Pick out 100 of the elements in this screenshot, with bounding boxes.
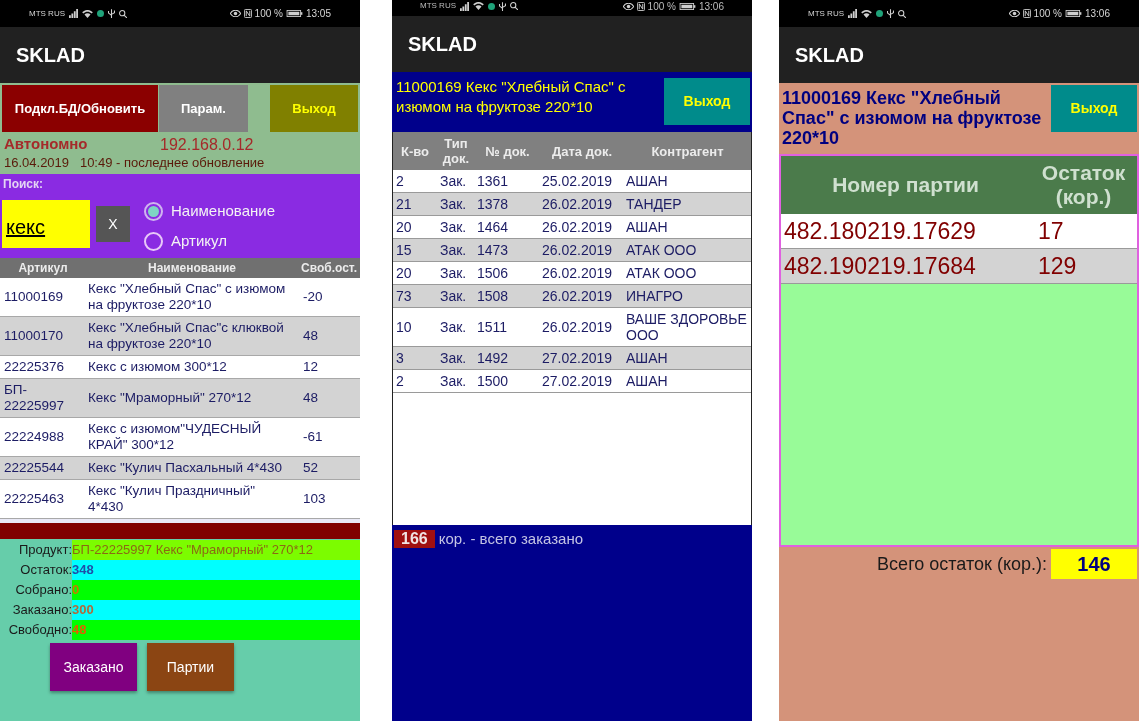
- battery-icon: [678, 3, 696, 10]
- detail-label: Свободно:: [7, 621, 72, 640]
- column-header: Номер партии: [831, 173, 980, 197]
- table-cell-text: Кекс "Хлебный Спас" с изюмом на фруктозе 220*10: [87, 280, 287, 314]
- column-header: Остаток (кор.): [1040, 161, 1127, 209]
- toolbar-button[interactable]: Выход: [270, 85, 358, 132]
- total-value: 146: [1051, 549, 1137, 579]
- clear-button[interactable]: X: [96, 206, 130, 242]
- detail-value: 300: [72, 600, 360, 620]
- table-row[interactable]: 11000170 Кекс "Хлебный Спас"с клюквой на фруктозе 220*10 48: [0, 317, 360, 356]
- battery-icon: [285, 10, 303, 17]
- clock-time: 13:06: [1084, 8, 1110, 19]
- table-cell-text: 11000170: [3, 327, 65, 345]
- table-cell-text: Зак.: [439, 349, 468, 368]
- table-cell-text: Зак.: [439, 287, 468, 306]
- table-cell-text: Зак.: [439, 195, 468, 214]
- table-row[interactable]: 21 Зак. 1378 26.02.2019 ТАНДЕР: [393, 193, 751, 216]
- app-title: SKLAD: [795, 43, 864, 68]
- product-title: 11000169 Кекс "Хлебный Спас" с изюмом на фруктозе 220*10: [781, 87, 1043, 148]
- table-cell-text: 52: [302, 459, 320, 477]
- table-row[interactable]: БП-22225997 Кекс "Мраморный" 270*12 48: [0, 379, 360, 418]
- table-cell-text: Кекс с изюмом 300*12: [87, 358, 228, 376]
- column-header: Наименование: [146, 260, 237, 277]
- radio-label: Артикул: [171, 231, 227, 251]
- table-cell-text: 1361: [476, 172, 510, 191]
- table-cell-text: 1506: [476, 264, 510, 283]
- table-cell-text: 482.180219.17629: [783, 218, 977, 244]
- table-cell-text: 73: [395, 287, 413, 306]
- table-cell-text: 1464: [476, 218, 510, 237]
- table-cell-text: 27.02.2019: [541, 349, 614, 368]
- table-cell-text: 1500: [476, 372, 510, 391]
- table-cell-text: 1492: [476, 349, 510, 368]
- table-cell-text: БП-22225997: [3, 381, 66, 415]
- radio-button[interactable]: [144, 231, 163, 251]
- table-row[interactable]: 73 Зак. 1508 26.02.2019 ИНАГРО: [393, 285, 751, 308]
- table-cell-text: Зак.: [439, 264, 468, 283]
- radio-button[interactable]: [144, 201, 163, 221]
- table-cell-text: 1508: [476, 287, 510, 306]
- total-label: Всего остаток (кор.):: [877, 553, 1047, 575]
- nfc-icon: [1022, 9, 1031, 18]
- table-cell-text: Кекс "Кулич Праздничный" 4*430: [87, 482, 257, 516]
- nfc-icon: [636, 2, 645, 11]
- table-row[interactable]: 482.180219.17629 17: [781, 214, 1137, 249]
- toolbar-button[interactable]: Парам.: [159, 85, 248, 132]
- toolbar-button[interactable]: Подкл.БД/Обновить: [2, 85, 158, 132]
- detail-value: 0: [72, 580, 360, 600]
- table-cell-text: АШАН: [625, 172, 669, 191]
- table-row[interactable]: 22224988 Кекс с изюмом"ЧУДЕСНЫЙ КРАЙ" 300*12 -61: [0, 418, 360, 457]
- column-header: Артикул: [17, 260, 69, 277]
- column-header: Дата док.: [551, 143, 613, 159]
- table-cell-text: 26.02.2019: [541, 264, 614, 283]
- table-cell-text: Кекс "Кулич Пасхальный 4*430: [87, 459, 283, 477]
- usb-icon: [499, 1, 506, 11]
- table-cell-text: 11000169: [3, 288, 65, 306]
- table-row[interactable]: 3 Зак. 1492 27.02.2019 АШАН: [393, 347, 751, 370]
- table-cell-text: 2: [395, 172, 405, 191]
- usb-icon: [108, 9, 115, 18]
- exit-button[interactable]: Выход: [1051, 85, 1137, 132]
- search-icon: [898, 9, 906, 18]
- action-button[interactable]: Партии: [147, 643, 234, 691]
- wifi-icon: [473, 2, 484, 10]
- table-cell-text: Зак.: [439, 318, 468, 337]
- circle-icon: [97, 10, 104, 17]
- detail-label: Продукт:: [18, 541, 72, 560]
- table-cell-text: Кекс "Мраморный" 270*12: [87, 389, 253, 407]
- table-cell-text: Зак.: [439, 172, 468, 191]
- total-count: 166: [394, 530, 435, 548]
- wifi-icon: [82, 9, 93, 18]
- table-cell-text: Кекс с изюмом"ЧУДЕСНЫЙ КРАЙ" 300*12: [87, 420, 263, 454]
- exit-button[interactable]: Выход: [664, 78, 750, 125]
- signal-icon: [460, 1, 469, 11]
- clock-time: 13:06: [698, 1, 724, 12]
- table-cell-text: 26.02.2019: [541, 195, 614, 214]
- table-cell-text: 27.02.2019: [541, 372, 614, 391]
- table-row[interactable]: 22225544 Кекс "Кулич Пасхальный 4*430 52: [0, 457, 360, 480]
- table-row[interactable]: 15 Зак. 1473 26.02.2019 АТАК ООО: [393, 239, 751, 262]
- detail-label: Собрано:: [14, 581, 72, 600]
- table-cell-text: АШАН: [625, 349, 669, 368]
- table-cell-text: 3: [395, 349, 405, 368]
- table-cell-text: 22225463: [3, 490, 66, 508]
- search-icon: [119, 9, 127, 18]
- table-cell-text: 25.02.2019: [541, 172, 614, 191]
- app-title: SKLAD: [408, 32, 477, 57]
- server-address: 192.168.0.12: [160, 134, 254, 155]
- signal-icon: [69, 9, 78, 18]
- battery-percent: 100 %: [647, 1, 676, 12]
- table-cell-text: 17: [1037, 218, 1065, 244]
- table-cell-text: 26.02.2019: [541, 218, 614, 237]
- search-field[interactable]: кекс: [2, 200, 90, 248]
- column-header: № док.: [484, 143, 531, 159]
- table-cell-text: 26.02.2019: [541, 287, 614, 306]
- detail-label: Остаток:: [19, 561, 72, 580]
- detail-label: Заказано:: [11, 601, 72, 620]
- table-cell-text: АШАН: [625, 372, 669, 391]
- table-row[interactable]: 482.190219.17684 129: [781, 249, 1137, 284]
- battery-percent: 100 %: [254, 8, 283, 19]
- table-cell-text: Зак.: [439, 241, 468, 260]
- battery-percent: 100 %: [1033, 8, 1062, 19]
- action-button[interactable]: Заказано: [50, 643, 137, 691]
- usb-icon: [887, 9, 894, 18]
